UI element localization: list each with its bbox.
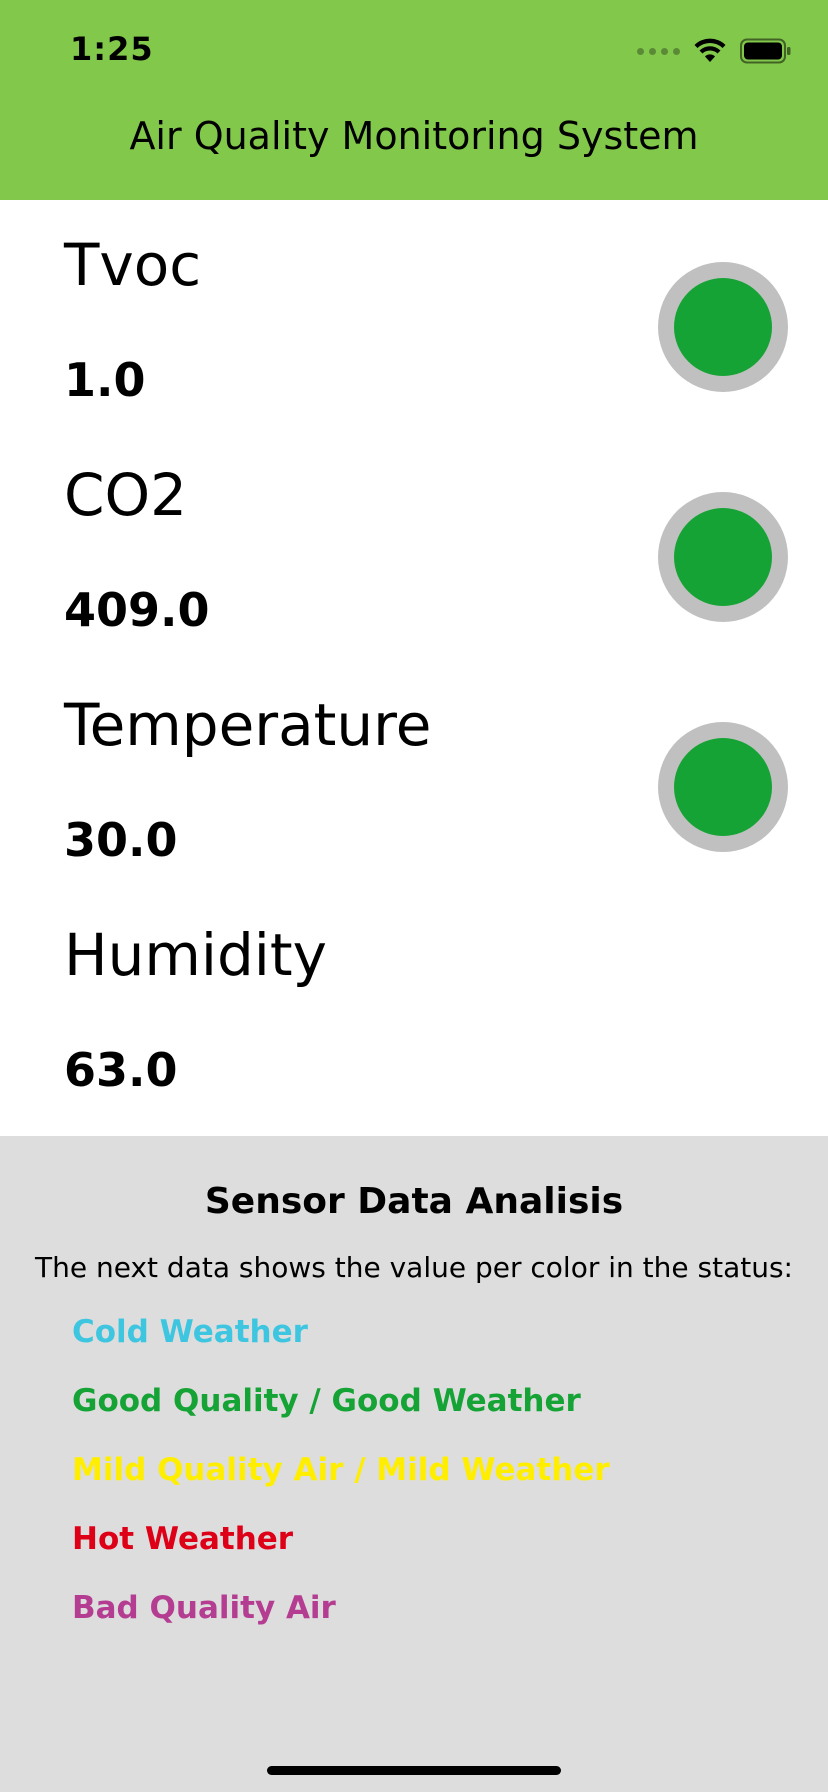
home-indicator[interactable] [267, 1766, 561, 1775]
status-icons [637, 34, 792, 68]
reading-value-co2: 409.0 [64, 583, 210, 637]
app-header: 1:25 Air Quality Monitoring System [0, 0, 828, 200]
status-time: 1:25 [70, 30, 154, 68]
analysis-title: Sensor Data Analisis [204, 1181, 624, 1222]
reading-label-humidity: Humidity [64, 921, 327, 989]
status-indicator-co2-fill [674, 508, 772, 606]
battery-icon [740, 38, 791, 64]
reading-value-humidity: 63.0 [64, 1043, 178, 1097]
app-title: Air Quality Monitoring System [129, 114, 699, 158]
reading-value-temperature: 30.0 [64, 813, 178, 867]
analysis-panel: Sensor Data Analisis The next data shows… [0, 1136, 828, 1792]
wifi-icon [694, 38, 726, 62]
legend-item-good-quality: Good Quality / Good Weather [72, 1383, 581, 1419]
legend-item-bad-quality: Bad Quality Air [72, 1590, 336, 1626]
status-indicator-temperature-fill [674, 738, 772, 836]
status-indicator-tvoc [658, 262, 788, 392]
reading-label-co2: CO2 [64, 461, 188, 529]
analysis-description: The next data shows the value per color … [35, 1251, 793, 1284]
status-indicator-tvoc-fill [674, 278, 772, 376]
cellular-signal-icon [637, 47, 680, 55]
status-indicator-co2 [658, 492, 788, 622]
legend-item-hot-weather: Hot Weather [72, 1521, 294, 1557]
reading-label-tvoc: Tvoc [64, 231, 202, 299]
reading-value-tvoc: 1.0 [64, 353, 146, 407]
legend-item-mild-quality: Mild Quality Air / Mild Weather [72, 1452, 610, 1488]
status-indicator-temperature [658, 722, 788, 852]
legend-item-cold-weather: Cold Weather [72, 1314, 308, 1350]
reading-label-temperature: Temperature [64, 691, 432, 759]
